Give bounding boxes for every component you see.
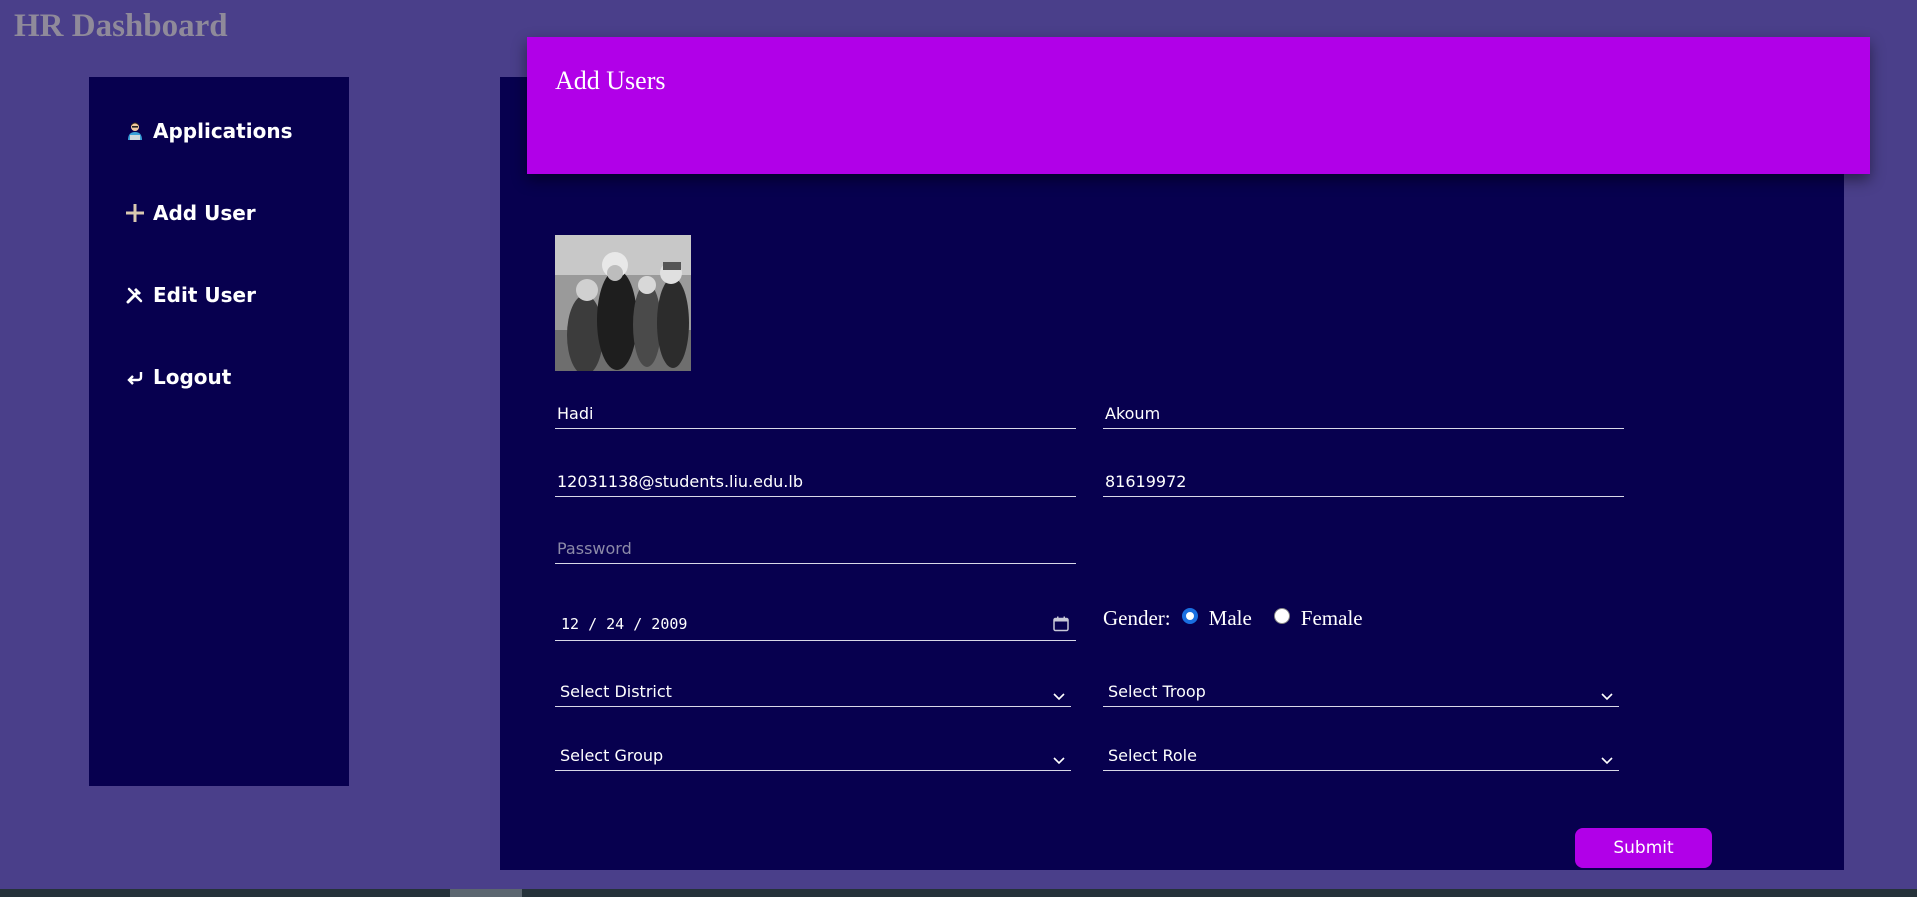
district-select[interactable]: Select District	[555, 677, 1071, 707]
troop-select-value: Select Troop	[1108, 682, 1206, 701]
chevron-down-icon	[1601, 750, 1613, 769]
horizontal-scrollbar[interactable]	[0, 889, 1917, 897]
tools-icon	[123, 283, 147, 307]
birthdate-field[interactable]: 12 / 24 / 2009	[555, 611, 1076, 641]
group-select[interactable]: Select Group	[555, 741, 1071, 771]
gender-female-radio[interactable]	[1273, 607, 1290, 624]
chevron-down-icon	[1053, 750, 1065, 769]
submit-button[interactable]: Submit	[1575, 828, 1712, 868]
gender-male-radio[interactable]	[1181, 607, 1198, 624]
first-name-field[interactable]	[555, 399, 1076, 429]
sidebar-item-logout[interactable]: Logout	[123, 365, 231, 389]
gender-group: Gender: Male Female	[1103, 606, 1363, 631]
calendar-icon[interactable]	[1052, 615, 1070, 637]
sidebar-item-edit-user[interactable]: Edit User	[123, 283, 256, 307]
return-arrow-icon	[123, 365, 147, 389]
sidebar-item-applications[interactable]: Applications	[123, 119, 292, 143]
password-field[interactable]	[555, 534, 1076, 564]
group-select-value: Select Group	[560, 746, 664, 765]
sidebar-item-add-user[interactable]: Add User	[123, 201, 256, 225]
email-field[interactable]	[555, 467, 1076, 497]
avatar[interactable]	[555, 235, 691, 371]
sidebar: Applications Add User Edit User Logout	[89, 77, 349, 786]
form-header: Add Users	[527, 37, 1870, 174]
district-select-value: Select District	[560, 682, 672, 701]
sidebar-item-label: Edit User	[153, 283, 256, 307]
birthdate-value: 12 / 24 / 2009	[561, 615, 688, 633]
profile-photo	[555, 235, 691, 371]
gender-male-label[interactable]: Male	[1209, 606, 1252, 631]
plus-icon	[123, 201, 147, 225]
phone-field[interactable]	[1103, 467, 1624, 497]
sidebar-item-label: Add User	[153, 201, 256, 225]
sidebar-item-label: Logout	[153, 365, 232, 389]
chevron-down-icon	[1601, 686, 1613, 705]
gender-female-label[interactable]: Female	[1301, 606, 1363, 631]
gender-label: Gender:	[1103, 606, 1171, 630]
chevron-down-icon	[1053, 686, 1065, 705]
last-name-field[interactable]	[1103, 399, 1624, 429]
role-select[interactable]: Select Role	[1103, 741, 1619, 771]
person-laptop-icon	[123, 119, 147, 143]
sidebar-item-label: Applications	[153, 119, 293, 143]
role-select-value: Select Role	[1108, 746, 1197, 765]
troop-select[interactable]: Select Troop	[1103, 677, 1619, 707]
app-title: HR Dashboard	[14, 8, 228, 44]
scrollbar-thumb[interactable]	[450, 889, 522, 897]
page-title: Add Users	[555, 66, 666, 95]
